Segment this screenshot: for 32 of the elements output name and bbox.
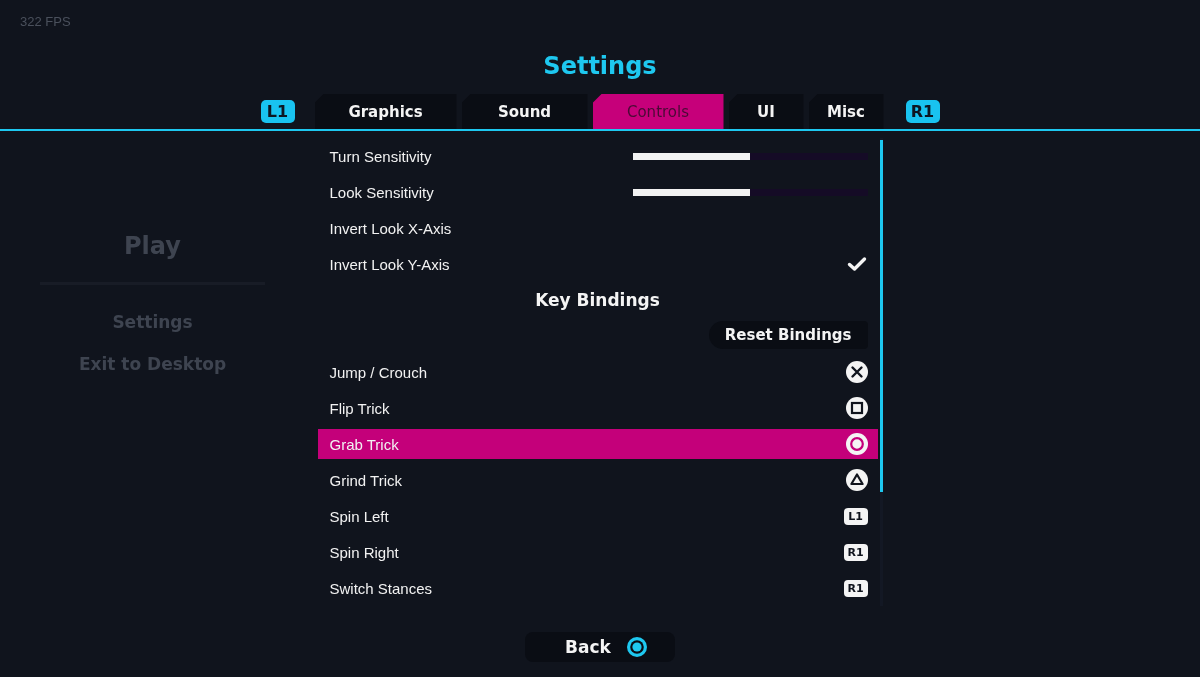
binding-row[interactable]: Grind Trick	[317, 465, 878, 495]
previous-tab-key[interactable]: L1	[260, 100, 295, 123]
cross-icon	[845, 361, 868, 383]
settings-tab[interactable]: UI	[728, 94, 804, 129]
settings-tab[interactable]: Sound	[461, 94, 588, 129]
settings-tab[interactable]: Misc	[808, 94, 884, 129]
binding-row[interactable]: Spin Left L1	[317, 501, 878, 531]
slider-track[interactable]	[632, 188, 868, 196]
scrollbar[interactable]	[879, 138, 883, 606]
shoulder-key-label: R1	[843, 579, 868, 597]
circle-icon	[845, 433, 868, 455]
shoulder-key-label: R1	[843, 543, 868, 561]
checkmark-icon[interactable]	[846, 256, 867, 272]
slider-track[interactable]	[632, 152, 868, 160]
setting-label[interactable]: Invert Look X-Axis	[329, 219, 452, 237]
setting-label[interactable]: Invert Look Y-Axis	[329, 255, 450, 273]
fps-counter: 322 FPS	[20, 14, 71, 29]
next-tab-key[interactable]: R1	[905, 100, 940, 123]
binding-row[interactable]: Jump / Crouch	[317, 357, 878, 387]
settings-title: Settings	[543, 51, 657, 82]
binding-row[interactable]: Spin Right R1	[317, 537, 878, 567]
setting-label: Turn Sensitivity	[329, 147, 432, 165]
back-button[interactable]: Back	[525, 632, 675, 662]
setting-label: Look Sensitivity	[329, 183, 434, 201]
binding-row[interactable]: Switch Stances R1	[317, 573, 878, 603]
binding-row[interactable]: Grab Trick	[317, 429, 878, 459]
shoulder-key-label: L1	[843, 507, 868, 525]
reset-bindings-button[interactable]: Reset Bindings	[708, 321, 868, 349]
binding-row[interactable]: Flip Trick	[317, 393, 878, 423]
settings-tab[interactable]: Graphics	[314, 94, 457, 129]
section-heading: Key Bindings	[535, 289, 660, 312]
ring-icon	[626, 637, 647, 657]
